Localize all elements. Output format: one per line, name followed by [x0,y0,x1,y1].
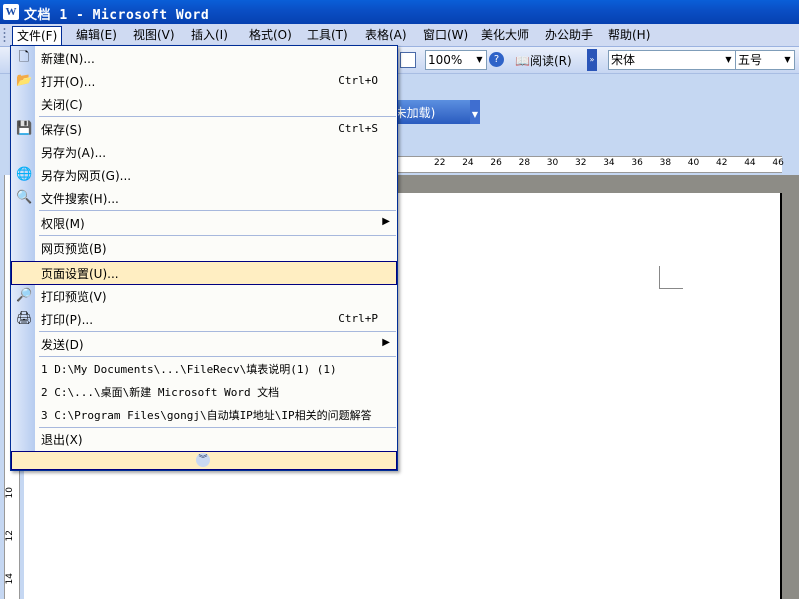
chevron-down-icon[interactable]: ▼ [470,100,480,124]
window-title: 文档 1 - Microsoft Word [24,8,210,23]
reading-mode-button[interactable]: 📖阅读(R) [515,52,572,69]
menu-item-recent-3[interactable]: 3 C:\Program Files\gongj\自动填IP地址\IP相关的问题… [12,404,396,426]
word-app-icon[interactable]: W [3,4,19,20]
menu-table[interactable]: 表格(A) [361,26,411,44]
menu-beautify-master[interactable]: 美化大师 [477,26,533,44]
menu-bar: 文件(F) 编辑(E) 视图(V) 插入(I) 格式(O) 工具(T) 表格(A… [0,24,799,47]
ruler-number: 36 [631,158,643,168]
zoom-value: 100% [428,53,463,67]
font-name-value: 宋体 [611,53,636,67]
submenu-arrow-icon: ▶ [382,337,390,348]
menu-file[interactable]: 文件(F) [12,26,63,46]
menu-expand-bar[interactable]: ︾ [11,451,397,470]
menu-view[interactable]: 视图(V) [129,26,179,44]
menu-item-open[interactable]: 📂 打开(O)... Ctrl+O [12,70,396,92]
ruler-number: 28 [518,158,531,168]
menu-separator [39,235,396,236]
menu-item-page-setup[interactable]: 页面设置(U)... [11,261,397,285]
menu-item-new[interactable]: 🗋 新建(N)... [12,47,396,69]
ruler-number: 46 [772,158,784,168]
toolbar-options-chevron-icon[interactable]: » [587,49,597,71]
file-menu-dropdown: 🗋 新建(N)... 📂 打开(O)... Ctrl+O 关闭(C) 💾 保存(… [10,45,398,471]
chevron-down-icon[interactable]: ▼ [781,51,794,69]
ruler-number: 34 [603,158,615,168]
menu-format[interactable]: 格式(O) [245,26,296,44]
menu-insert[interactable]: 插入(I) [187,26,232,44]
menu-separator [39,116,396,117]
menu-tools[interactable]: 工具(T) [303,26,352,44]
help-question-icon[interactable]: ? [489,52,504,67]
margin-corner-mark [659,288,683,289]
menu-separator [39,331,396,332]
menu-help[interactable]: 帮助(H) [604,26,654,44]
menu-item-print-preview[interactable]: 🔎 打印预览(V) [12,285,396,307]
menu-item-recent-2[interactable]: 2 C:\...\桌面\新建 Microsoft Word 文档 [12,381,396,403]
menu-item-permission[interactable]: 权限(M) ▶ [12,212,396,234]
margin-corner-mark [659,266,660,288]
font-size-value: 五号 [738,53,763,67]
menu-item-file-search[interactable]: 🔍 文件搜索(H)... [12,187,396,209]
font-name-select[interactable]: 宋体 ▼ [608,50,736,70]
menu-item-save[interactable]: 💾 保存(S) Ctrl+S [12,118,396,140]
reading-mode-label: 阅读(R) [529,54,572,68]
vruler-number: 10 [5,487,15,499]
double-chevron-down-icon: ︾ [196,453,210,467]
print-preview-icon: 🔎 [16,288,33,303]
menu-item-save-as[interactable]: 另存为(A)... [12,141,396,163]
book-icon: 📖 [515,54,530,68]
ruler-number: 38 [659,158,672,168]
save-disk-icon: 💾 [16,121,33,136]
vruler-number: 12 [5,530,15,542]
menu-item-recent-1[interactable]: 1 D:\My Documents\...\FileRecv\填表说明(1) (… [12,358,396,380]
menu-item-exit[interactable]: 退出(X) [12,428,396,450]
chevron-down-icon[interactable]: ▼ [473,51,486,69]
ruler-number: 44 [744,158,756,168]
menubar-grip-handle[interactable] [3,27,6,43]
menu-item-web-preview[interactable]: 网页预览(B) [12,237,396,259]
table-grid-icon[interactable] [400,52,416,68]
ruler-number: 22 [434,158,446,168]
vruler-number: 14 [5,573,15,585]
ruler-number: 40 [687,158,700,168]
menu-item-save-as-web[interactable]: 🌐 另存为网页(G)... [12,164,396,186]
menu-item-send[interactable]: 发送(D) ▶ [12,333,396,355]
submenu-arrow-icon: ▶ [382,216,390,227]
ruler-number: 32 [575,158,587,168]
file-search-icon: 🔍 [16,190,33,205]
menu-window[interactable]: 窗口(W) [419,26,472,44]
menu-separator [39,356,396,357]
save-as-web-icon: 🌐 [16,167,33,182]
ruler-number: 26 [490,158,502,168]
new-document-icon: 🗋 [18,50,30,65]
ruler-number: 30 [546,158,559,168]
ruler-number: 24 [462,158,474,168]
menu-edit[interactable]: 编辑(E) [72,26,121,44]
menu-item-close[interactable]: 关闭(C) [12,93,396,115]
menu-item-print[interactable]: 🖨 打印(P)... Ctrl+P [12,308,396,330]
menu-office-assistant[interactable]: 办公助手 [541,26,597,44]
menu-separator [39,210,396,211]
printer-icon: 🖨 [16,311,33,326]
font-size-select[interactable]: 五号 ▼ [735,50,795,70]
zoom-select[interactable]: 100% ▼ [425,50,487,70]
chevron-down-icon[interactable]: ▼ [722,51,735,69]
ruler-number: 42 [716,158,728,168]
title-bar: W 文档 1 - Microsoft Word [0,0,799,24]
open-folder-icon: 📂 [16,73,33,88]
